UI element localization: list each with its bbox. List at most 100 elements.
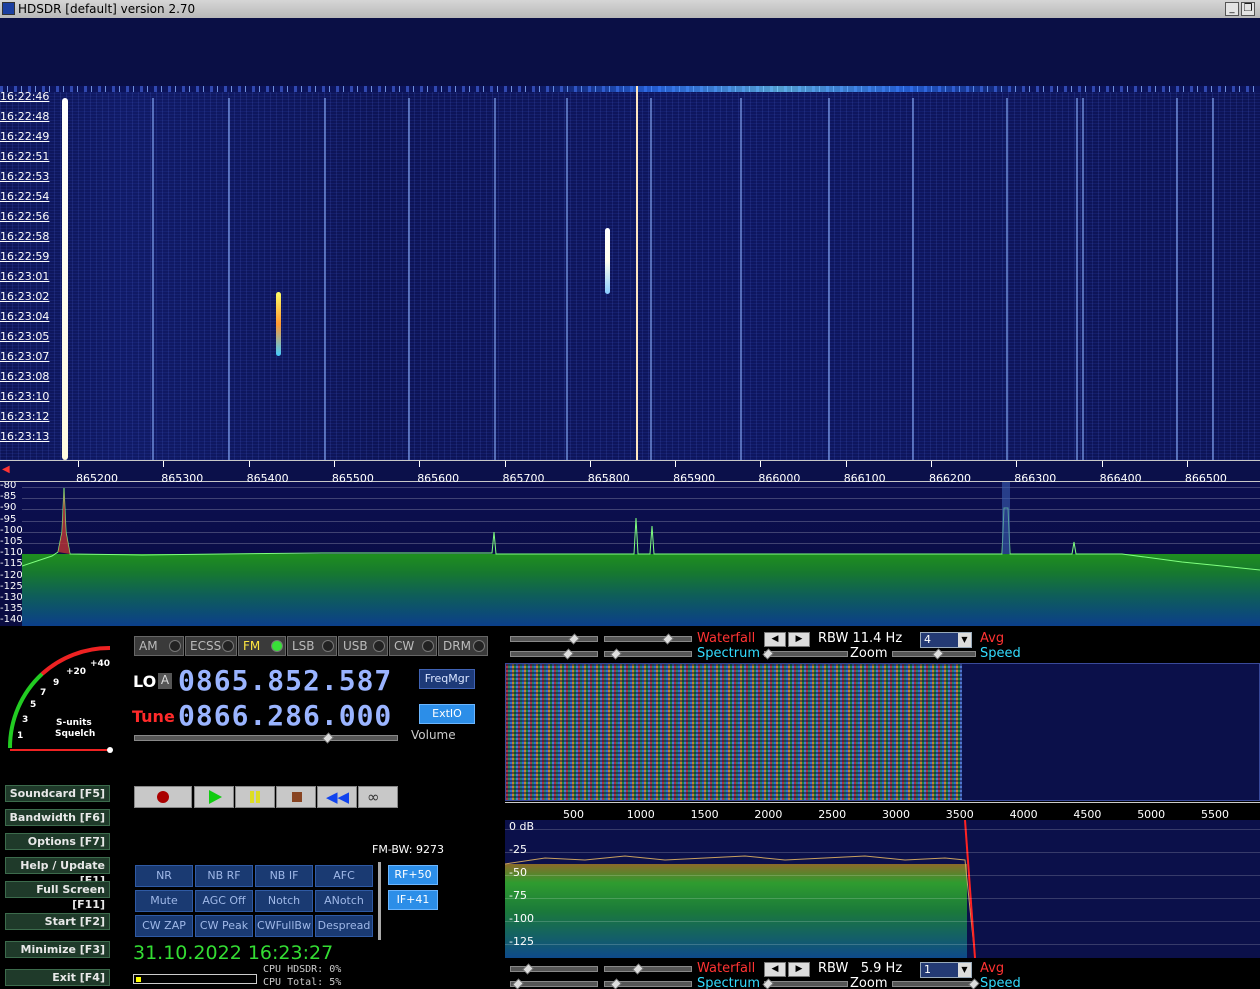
fullscreen-button[interactable]: Full Screen [F11] xyxy=(5,881,110,911)
rf-zoom-slider[interactable] xyxy=(762,648,848,660)
af-waterfall-brightness-slider[interactable] xyxy=(604,963,692,975)
frequency-tick-mark xyxy=(760,461,762,467)
frequency-tick-mark xyxy=(419,461,421,467)
s-meter-tick: 5 xyxy=(30,700,37,710)
frequency-axis[interactable]: ◀ 865200 865300 865400 865500 865600 865700 86… xyxy=(0,460,1260,485)
rf-waterfall-contrast-slider[interactable] xyxy=(510,633,598,645)
mute-button[interactable]: Mute xyxy=(135,890,193,912)
waterfall-noise xyxy=(0,92,1260,460)
carrier-trace xyxy=(1212,98,1214,460)
cw-peak-button[interactable]: CW Peak xyxy=(195,915,253,937)
rbw-decrease-button[interactable]: ◀ xyxy=(764,632,786,647)
minimize-window-icon[interactable]: _ xyxy=(1225,2,1239,16)
waterfall-timestamp: 16:23:01 xyxy=(0,270,50,283)
frequency-tick-mark xyxy=(248,461,250,467)
af-spectrum-contrast-slider[interactable] xyxy=(510,978,598,989)
rbw-increase-button[interactable]: ▶ xyxy=(788,632,810,647)
if-offset-button[interactable]: IF+41 xyxy=(388,890,438,910)
rewind-icon: ◀◀ xyxy=(326,788,350,806)
carrier-trace xyxy=(228,98,230,460)
bandwidth-button[interactable]: Bandwidth [F6] xyxy=(5,809,110,826)
af-rbw-decrease-button[interactable]: ◀ xyxy=(764,962,786,977)
restore-window-icon[interactable]: ❐ xyxy=(1241,2,1255,16)
record-button[interactable] xyxy=(134,786,192,808)
rf-spectrum-brightness-slider[interactable] xyxy=(604,648,692,660)
cw-fullbw-button[interactable]: CWFullBw xyxy=(255,915,313,937)
spectrum-db-label: -135 xyxy=(0,603,23,615)
nb-rf-button[interactable]: NB RF xyxy=(195,865,253,887)
notch-button[interactable]: Notch xyxy=(255,890,313,912)
rf-speed-label: Speed xyxy=(980,646,1021,661)
mode-ecss-button[interactable]: ECSS xyxy=(185,636,237,656)
rf-spectrum[interactable]: -80 -85 -90 -95 -100 -105 -110 -115 -120 -125 -130… xyxy=(0,482,1260,626)
af-waterfall-scanlines xyxy=(506,664,962,800)
waterfall-timestamp: 16:22:49 xyxy=(0,130,50,143)
rf-spectrum-contrast-slider[interactable] xyxy=(510,648,598,660)
af-grid-line xyxy=(505,875,1260,876)
minimize-button[interactable]: Minimize [F3] xyxy=(5,941,110,958)
cpu-bar xyxy=(133,974,257,984)
af-grid-line xyxy=(505,852,1260,853)
mode-drm-button[interactable]: DRM xyxy=(438,636,488,656)
record-icon xyxy=(157,791,169,803)
waterfall-timestamp: 16:23:07 xyxy=(0,350,50,363)
exit-button[interactable]: Exit [F4] xyxy=(5,969,110,986)
help-update-button[interactable]: Help / Update [F1] xyxy=(5,857,110,887)
play-icon xyxy=(209,790,222,804)
despread-button[interactable]: Despread xyxy=(315,915,373,937)
af-spectrum[interactable]: 0 dB -25 -50 -75 -100 -125 xyxy=(505,820,1260,958)
mode-am-button[interactable]: AM xyxy=(134,636,184,656)
nb-if-button[interactable]: NB IF xyxy=(255,865,313,887)
scroll-left-icon[interactable]: ◀ xyxy=(2,464,10,475)
pause-button[interactable] xyxy=(235,786,275,808)
soundcard-button[interactable]: Soundcard [F5] xyxy=(5,785,110,802)
date-time-display: 31.10.2022 16:23:27 xyxy=(133,942,334,964)
tune-frequency-display[interactable]: 0866.286.000 xyxy=(178,699,392,732)
af-zoom-slider[interactable] xyxy=(762,978,848,989)
af-waterfall[interactable] xyxy=(505,663,1260,801)
afc-button[interactable]: AFC xyxy=(315,865,373,887)
s-meter-tick: 7 xyxy=(40,688,47,698)
volume-slider[interactable] xyxy=(134,732,398,744)
s-meter-tick: 9 xyxy=(53,678,60,688)
af-db-label: -50 xyxy=(509,866,527,879)
lo-frequency-display[interactable]: 0865.852.587 xyxy=(178,664,392,697)
rf-waterfall[interactable]: 16:22:46 16:22:48 16:22:49 16:22:51 16:22:53… xyxy=(0,18,1260,460)
spectrum-db-label: -80 xyxy=(0,482,17,491)
waterfall-timestamp: 16:23:02 xyxy=(0,290,50,303)
anotch-button[interactable]: ANotch xyxy=(315,890,373,912)
mode-lsb-button[interactable]: LSB xyxy=(287,636,337,656)
play-button[interactable] xyxy=(194,786,234,808)
extio-button[interactable]: ExtIO xyxy=(419,704,475,724)
spectrum-db-label: -95 xyxy=(0,513,17,525)
waterfall-timestamp: 16:22:53 xyxy=(0,170,50,183)
frequency-tick-mark xyxy=(931,461,932,467)
rewind-button[interactable]: ◀◀ xyxy=(317,786,357,808)
squelch-slider[interactable] xyxy=(378,862,381,940)
cw-zap-button[interactable]: CW ZAP xyxy=(135,915,193,937)
agc-button[interactable]: AGC Off xyxy=(195,890,253,912)
frequency-tick-mark xyxy=(589,461,591,467)
options-button[interactable]: Options [F7] xyxy=(5,833,110,850)
af-avg-dropdown[interactable]: 1 ▼ xyxy=(920,962,972,978)
af-waterfall-contrast-slider[interactable] xyxy=(510,963,598,975)
af-spectrum-brightness-slider[interactable] xyxy=(604,978,692,989)
rf-offset-button[interactable]: RF+50 xyxy=(388,865,438,885)
mode-usb-button[interactable]: USB xyxy=(338,636,388,656)
start-button[interactable]: Start [F2] xyxy=(5,913,110,930)
nr-button[interactable]: NR xyxy=(135,865,193,887)
freqmgr-button[interactable]: FreqMgr xyxy=(419,669,475,689)
lo-vfo-indicator[interactable]: A xyxy=(158,673,172,689)
stop-button[interactable] xyxy=(276,786,316,808)
rf-waterfall-brightness-slider[interactable] xyxy=(604,633,692,645)
af-speed-label: Speed xyxy=(980,976,1021,989)
af-rbw-increase-button[interactable]: ▶ xyxy=(788,962,810,977)
mode-cw-button[interactable]: CW xyxy=(389,636,437,656)
mode-fm-button[interactable]: FM xyxy=(238,636,286,656)
loop-button[interactable]: ∞ xyxy=(358,786,398,808)
rf-speed-slider[interactable] xyxy=(892,648,976,660)
af-speed-slider[interactable] xyxy=(892,978,980,989)
rf-avg-dropdown[interactable]: 4 ▼ xyxy=(920,632,972,648)
s-meter-tick: 1 xyxy=(17,731,24,741)
loop-icon: ∞ xyxy=(367,788,380,806)
